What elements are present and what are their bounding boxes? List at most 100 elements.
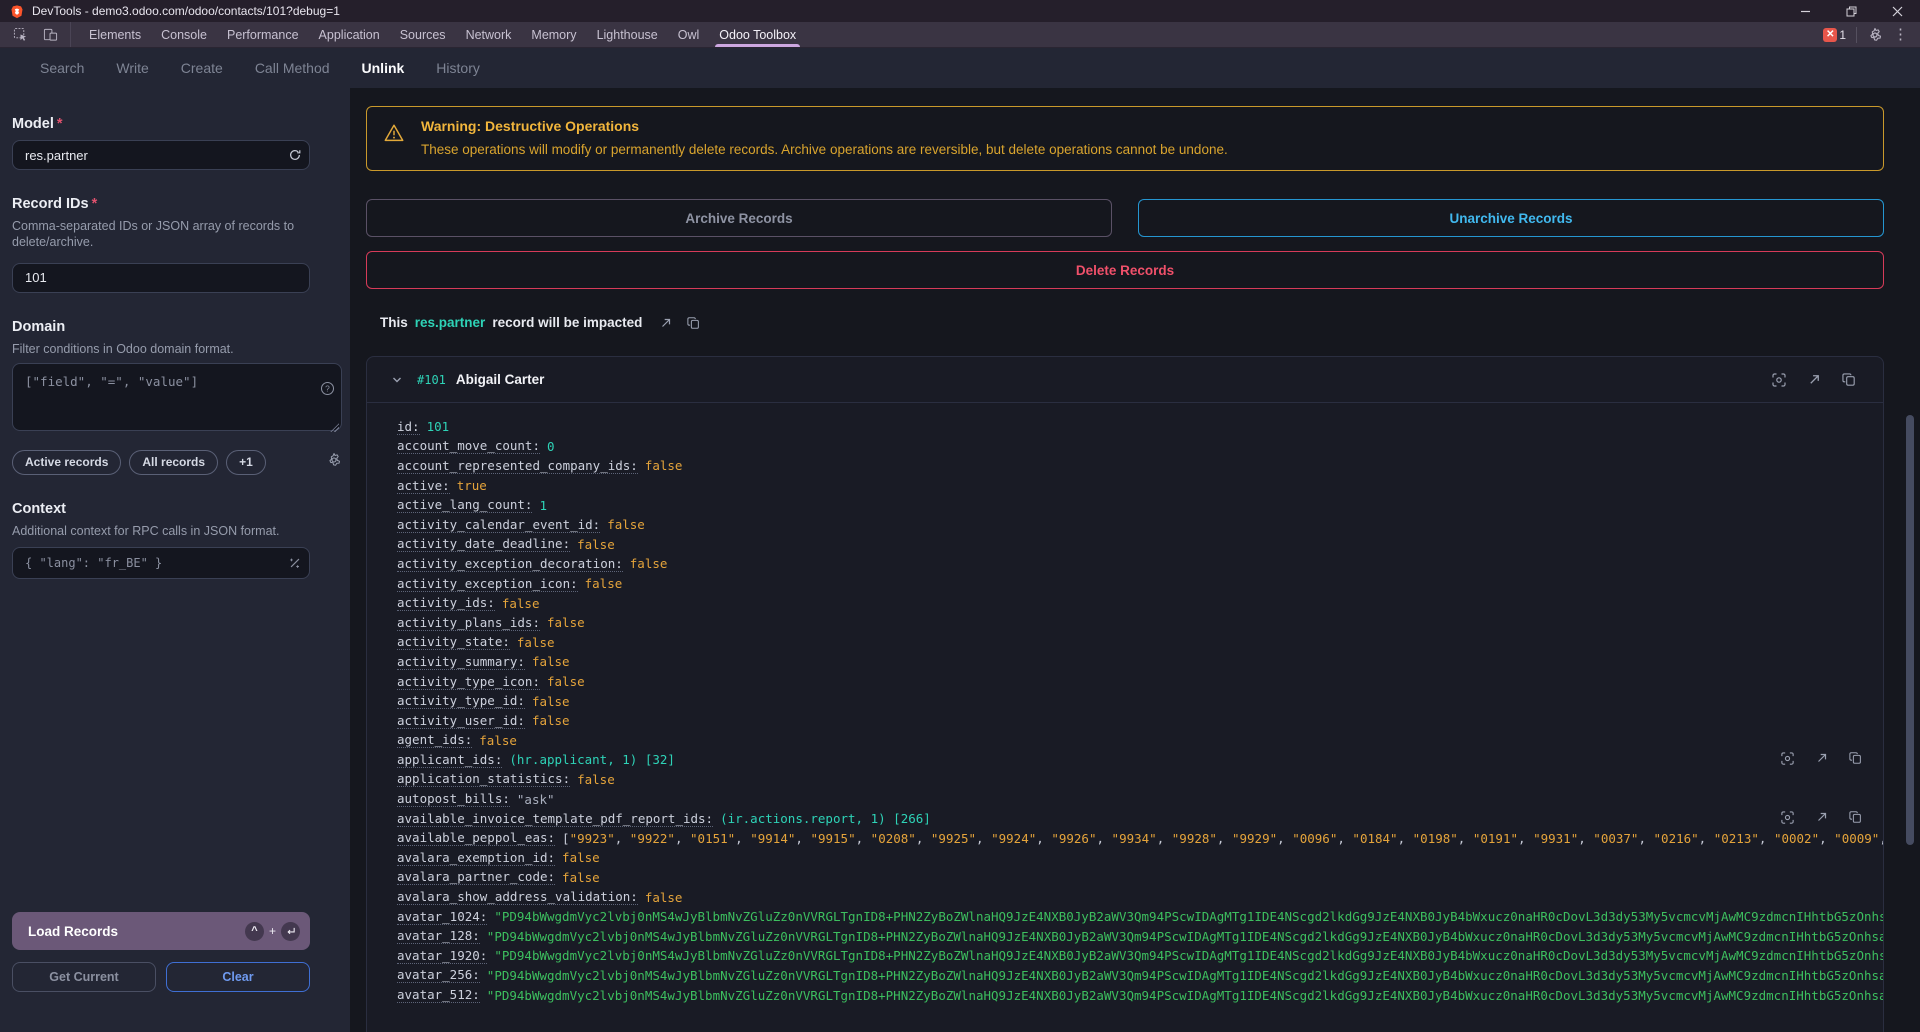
format-json-icon[interactable]	[288, 556, 302, 570]
refresh-icon[interactable]	[288, 148, 302, 162]
help-icon[interactable]: ?	[320, 381, 335, 396]
field-key: account_represented_company_ids:	[397, 458, 638, 474]
model-input[interactable]	[12, 140, 310, 170]
field-value: true	[457, 478, 487, 493]
device-toolbar-icon[interactable]	[38, 25, 62, 45]
resize-handle[interactable]	[330, 423, 339, 432]
field-value: false	[547, 615, 585, 630]
nav-item-search[interactable]: Search	[40, 60, 84, 76]
domain-input[interactable]	[12, 363, 342, 431]
field-value: false	[532, 694, 570, 709]
inspect-element-icon[interactable]	[8, 25, 32, 45]
copy-icon[interactable]	[1849, 751, 1863, 766]
get-current-button[interactable]: Get Current	[12, 962, 156, 992]
field-key: account_move_count:	[397, 438, 540, 454]
field-key: activity_type_id:	[397, 693, 525, 709]
devtools-tab-memory[interactable]: Memory	[521, 22, 586, 47]
field-key: avalara_partner_code:	[397, 869, 555, 885]
devtools-tab-odoo-toolbox[interactable]: Odoo Toolbox	[709, 22, 806, 47]
gear-icon[interactable]	[326, 452, 342, 468]
devtools-tab-owl[interactable]: Owl	[668, 22, 710, 47]
odoo-toolbox-panel: Search Write Create Call Method Unlink Histor…	[0, 48, 1920, 1032]
record-id-badge: #101	[417, 373, 446, 387]
devtools-tab-elements[interactable]: Elements	[79, 22, 151, 47]
copy-icon[interactable]	[687, 316, 701, 330]
devtools-tab-console[interactable]: Console	[151, 22, 217, 47]
warning-triangle-icon	[383, 122, 405, 157]
domain-label: Domain	[12, 319, 310, 335]
main-content: Warning: Destructive Operations These op…	[350, 88, 1920, 1032]
preset-pill-active-records[interactable]: Active records	[12, 450, 121, 475]
field-value: false	[562, 850, 600, 865]
field-key: activity_state:	[397, 634, 510, 650]
nav-item-call-method[interactable]: Call Method	[255, 60, 330, 76]
devtools-tab-lighthouse[interactable]: Lighthouse	[587, 22, 668, 47]
field-value: "PD94bWwgdmVyc2lvbj0nMS4wJyBlbmNvZGluZz0…	[494, 948, 1883, 963]
nav-item-unlink[interactable]: Unlink	[362, 60, 405, 76]
devtools-tab-sources[interactable]: Sources	[390, 22, 456, 47]
kebab-menu-icon[interactable]: ⋮	[1893, 27, 1908, 42]
nav-item-write[interactable]: Write	[116, 60, 148, 76]
field-key: id:	[397, 419, 420, 435]
target-icon[interactable]	[1771, 372, 1787, 388]
shortcut-ctrl-icon: ^	[245, 922, 264, 941]
delete-records-button[interactable]: Delete Records	[366, 251, 1884, 289]
record-ids-help: Comma-separated IDs or JSON array of rec…	[12, 218, 310, 251]
field-key: avatar_1920:	[397, 948, 487, 964]
devtools-tab-network[interactable]: Network	[456, 22, 522, 47]
window-title: DevTools - demo3.odoo.com/odoo/contacts/…	[32, 4, 1782, 18]
external-link-icon[interactable]	[1807, 372, 1822, 388]
scrollbar-thumb[interactable]	[1906, 415, 1914, 845]
copy-icon[interactable]	[1849, 810, 1863, 825]
field-key: activity_calendar_event_id:	[397, 517, 600, 533]
field-value: ["9923", "9922", "0151", "9914", "9915",…	[562, 831, 1883, 846]
unarchive-records-button[interactable]: Unarchive Records	[1138, 199, 1884, 237]
clear-button[interactable]: Clear	[166, 962, 310, 992]
field-key: activity_date_deadline:	[397, 536, 570, 552]
copy-icon[interactable]	[1842, 372, 1857, 388]
field-value: "PD94bWwgdmVyc2lvbj0nMS4wJyBlbmNvZGluZz0…	[487, 929, 1883, 944]
record-ids-label: Record IDs*	[12, 196, 310, 212]
minimize-button[interactable]	[1782, 0, 1828, 22]
preset-pill--1[interactable]: +1	[226, 450, 266, 475]
archive-records-button[interactable]: Archive Records	[366, 199, 1112, 237]
record-field-row: account_move_count:0	[397, 437, 1883, 457]
error-indicator-icon[interactable]: ✕	[1823, 28, 1837, 42]
record-field-row: avalara_partner_code:false	[397, 868, 1883, 888]
sidebar: Model* Record IDs* Comma-separated IDs o…	[0, 88, 350, 1032]
field-value: false	[532, 713, 570, 728]
shortcut-enter-icon	[281, 922, 300, 941]
target-icon[interactable]	[1780, 751, 1795, 766]
devtools-tab-application[interactable]: Application	[309, 22, 390, 47]
close-button[interactable]	[1874, 0, 1920, 22]
record-field-row: activity_plans_ids:false	[397, 613, 1883, 633]
record-field-row: avatar_256:"PD94bWwgdmVyc2lvbj0nMS4wJyBl…	[397, 966, 1883, 986]
record-field-row: available_peppol_eas:["9923", "9922", "0…	[397, 828, 1883, 848]
chevron-down-icon[interactable]	[391, 374, 403, 386]
record-ids-input[interactable]	[12, 263, 310, 293]
record-field-row: agent_ids:false	[397, 731, 1883, 751]
field-key: activity_ids:	[397, 595, 495, 611]
external-link-icon[interactable]	[1815, 810, 1829, 825]
field-key: application_statistics:	[397, 771, 570, 787]
external-link-icon[interactable]	[659, 316, 673, 330]
record-header[interactable]: #101 Abigail Carter	[367, 357, 1883, 403]
devtools-tab-performance[interactable]: Performance	[217, 22, 309, 47]
context-input[interactable]	[12, 547, 310, 579]
field-value: "PD94bWwgdmVyc2lvbj0nMS4wJyBlbmNvZGluZz0…	[494, 909, 1883, 924]
svg-text:?: ?	[325, 383, 330, 393]
target-icon[interactable]	[1780, 810, 1795, 825]
domain-help: Filter conditions in Odoo domain format.	[12, 341, 310, 357]
field-value: (hr.applicant, 1) [32]	[509, 752, 675, 767]
error-count: 1	[1839, 28, 1846, 42]
nav-item-create[interactable]: Create	[181, 60, 223, 76]
field-value: false	[645, 458, 683, 473]
preset-pill-all-records[interactable]: All records	[129, 450, 218, 475]
gear-icon[interactable]	[1867, 27, 1883, 43]
maximize-button[interactable]	[1828, 0, 1874, 22]
external-link-icon[interactable]	[1815, 751, 1829, 766]
load-records-button[interactable]: Load Records ^ +	[12, 912, 310, 950]
impacted-model: res.partner	[415, 315, 486, 330]
nav-item-history[interactable]: History	[436, 60, 480, 76]
record-name: Abigail Carter	[456, 372, 545, 387]
